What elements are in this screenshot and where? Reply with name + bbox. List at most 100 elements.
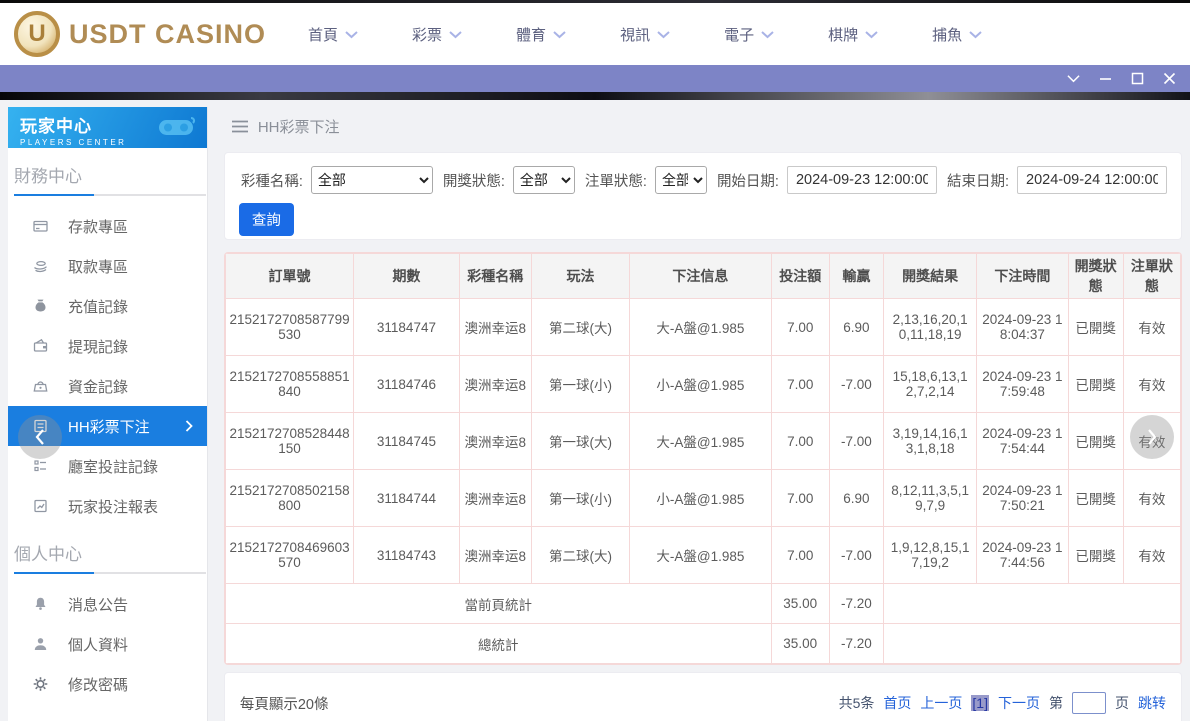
coin-logo-icon: U bbox=[14, 11, 60, 57]
table-cell: 澳洲幸运8 bbox=[459, 413, 531, 470]
window-divider-strip bbox=[0, 92, 1190, 100]
draw-status-select[interactable]: 全部 bbox=[513, 166, 575, 194]
table-cell: 第二球(大) bbox=[531, 527, 629, 584]
sidebar-collapse-button[interactable] bbox=[18, 415, 62, 459]
sidebar-item-announcements[interactable]: 消息公告 bbox=[8, 584, 207, 624]
sidebar: 玩家中心 PLAYERS CENTER 財務中心 存款專區 bbox=[0, 100, 216, 721]
summary-winloss-total: -7.20 bbox=[829, 584, 883, 624]
filter-panel: 彩種名稱: 全部 開獎狀態: 全部 注單狀態: 全部 開始日期: 結束日期: 查… bbox=[224, 152, 1182, 240]
table-row: 215217270855885184031184746澳洲幸运8第一球(小)小-… bbox=[225, 356, 1180, 413]
table-cell: 6.90 bbox=[829, 299, 883, 356]
chevron-down-icon bbox=[449, 30, 462, 39]
sidebar-item-label: 提現記錄 bbox=[68, 336, 128, 357]
jump-button[interactable]: 跳转 bbox=[1138, 693, 1166, 713]
table-cell: 第一球(小) bbox=[531, 470, 629, 527]
nav-item-sports[interactable]: 體育 bbox=[516, 24, 566, 45]
summary-label: 當前頁統計 bbox=[225, 584, 771, 624]
prev-page-link[interactable]: 上一页 bbox=[920, 693, 962, 713]
sidebar-item-profile[interactable]: 個人資料 bbox=[8, 624, 207, 664]
table-cell: 澳洲幸运8 bbox=[459, 527, 531, 584]
purse-icon bbox=[32, 378, 49, 394]
minimize-button[interactable] bbox=[1099, 72, 1112, 85]
table-cell: 2024-09-23 17:44:56 bbox=[977, 527, 1068, 584]
table-cell: 2024-09-23 17:59:48 bbox=[977, 356, 1068, 413]
sidebar-item-change-password[interactable]: 修改密碼 bbox=[8, 664, 207, 704]
section-underline bbox=[14, 572, 206, 574]
table-cell: 大-A盤@1.985 bbox=[630, 527, 771, 584]
section-title-personal: 個人中心 bbox=[8, 526, 207, 565]
sidebar-item-deposit-zone[interactable]: 存款專區 bbox=[8, 206, 207, 246]
site-logo[interactable]: U USDT CASINO bbox=[14, 11, 266, 57]
sidebar-item-label: 消息公告 bbox=[68, 594, 128, 615]
start-date-input[interactable] bbox=[787, 166, 937, 194]
sidebar-item-withdraw-zone[interactable]: 取款專區 bbox=[8, 246, 207, 286]
table-cell: 7.00 bbox=[771, 527, 829, 584]
column-header: 投注額 bbox=[771, 254, 829, 299]
table-cell: 澳洲幸运8 bbox=[459, 299, 531, 356]
page-jump-input[interactable] bbox=[1072, 692, 1106, 714]
close-button[interactable] bbox=[1163, 72, 1176, 85]
search-button[interactable]: 查詢 bbox=[239, 203, 294, 236]
table-cell: 澳洲幸运8 bbox=[459, 470, 531, 527]
lottery-name-select[interactable]: 全部 bbox=[311, 166, 433, 194]
next-page-link[interactable]: 下一页 bbox=[998, 693, 1040, 713]
table-row: 215217270846960357031184743澳洲幸运8第二球(大)大-… bbox=[225, 527, 1180, 584]
column-header: 期數 bbox=[354, 254, 459, 299]
chevron-down-icon bbox=[553, 30, 566, 39]
table-cell: 31184743 bbox=[354, 527, 459, 584]
chevron-down-icon bbox=[657, 30, 670, 39]
nav-item-lottery[interactable]: 彩票 bbox=[412, 24, 462, 45]
bets-table: 訂單號 期數 彩種名稱 玩法 下注信息 投注額 輸贏 開獎結果 下注時間 開獎狀… bbox=[224, 252, 1182, 665]
panel-expand-button[interactable] bbox=[1130, 415, 1174, 459]
sidebar-item-label: 取款專區 bbox=[68, 256, 128, 277]
table-cell: 第二球(大) bbox=[531, 299, 629, 356]
sidebar-item-withdrawal-records[interactable]: 提現記錄 bbox=[8, 326, 207, 366]
jump-prefix: 第 bbox=[1049, 693, 1063, 713]
current-page-indicator: [1] bbox=[971, 695, 989, 711]
nav-item-card-games[interactable]: 棋牌 bbox=[828, 24, 878, 45]
hamburger-menu-icon[interactable] bbox=[232, 120, 248, 133]
table-cell: 7.00 bbox=[771, 413, 829, 470]
withdraw-hand-icon bbox=[32, 258, 49, 274]
summary-bet-total: 35.00 bbox=[771, 624, 829, 664]
table-cell: -7.00 bbox=[829, 413, 883, 470]
table-cell: 2152172708558851840 bbox=[225, 356, 353, 413]
summary-label: 總統計 bbox=[225, 624, 771, 664]
logo-letter: U bbox=[28, 20, 45, 48]
sidebar-item-label: HH彩票下注 bbox=[68, 416, 150, 437]
start-date-label: 開始日期: bbox=[717, 170, 779, 191]
maximize-button[interactable] bbox=[1131, 72, 1144, 85]
column-header: 開獎結果 bbox=[883, 254, 976, 299]
table-cell: 有效 bbox=[1123, 470, 1180, 527]
first-page-link[interactable]: 首页 bbox=[883, 693, 911, 713]
column-header: 彩種名稱 bbox=[459, 254, 531, 299]
nav-item-home[interactable]: 首頁 bbox=[308, 24, 358, 45]
table-cell: 小-A盤@1.985 bbox=[630, 356, 771, 413]
table-cell: 31184747 bbox=[354, 299, 459, 356]
bet-status-select[interactable]: 全部 bbox=[655, 166, 707, 194]
table-cell: 2024-09-23 18:04:37 bbox=[977, 299, 1068, 356]
table-cell: 1,9,12,8,15,17,19,2 bbox=[883, 527, 976, 584]
end-date-label: 結束日期: bbox=[947, 170, 1009, 191]
collapse-chevron-icon[interactable] bbox=[1067, 72, 1080, 85]
table-cell: 7.00 bbox=[771, 470, 829, 527]
column-header: 訂單號 bbox=[225, 254, 353, 299]
gear-icon bbox=[32, 676, 49, 692]
current-page-summary-row: 當前頁統計 35.00 -7.20 bbox=[225, 584, 1180, 624]
table-cell: 大-A盤@1.985 bbox=[630, 299, 771, 356]
end-date-input[interactable] bbox=[1017, 166, 1167, 194]
table-cell: 第一球(小) bbox=[531, 356, 629, 413]
nav-item-fishing[interactable]: 捕魚 bbox=[932, 24, 982, 45]
sidebar-item-funds-records[interactable]: 資金記錄 bbox=[8, 366, 207, 406]
nav-item-slots[interactable]: 電子 bbox=[724, 24, 774, 45]
table-cell: -7.00 bbox=[829, 527, 883, 584]
bet-status-label: 注單狀態: bbox=[585, 170, 647, 191]
table-row: 215217270850215880031184744澳洲幸运8第一球(小)小-… bbox=[225, 470, 1180, 527]
wallet-icon bbox=[32, 338, 49, 354]
column-header: 下注信息 bbox=[630, 254, 771, 299]
window-title-bar bbox=[0, 65, 1190, 92]
nav-item-live-video[interactable]: 視訊 bbox=[620, 24, 670, 45]
sidebar-item-player-bet-report[interactable]: 玩家投注報表 bbox=[8, 486, 207, 526]
table-cell: 2152172708587799530 bbox=[225, 299, 353, 356]
sidebar-item-recharge-records[interactable]: 充值記錄 bbox=[8, 286, 207, 326]
